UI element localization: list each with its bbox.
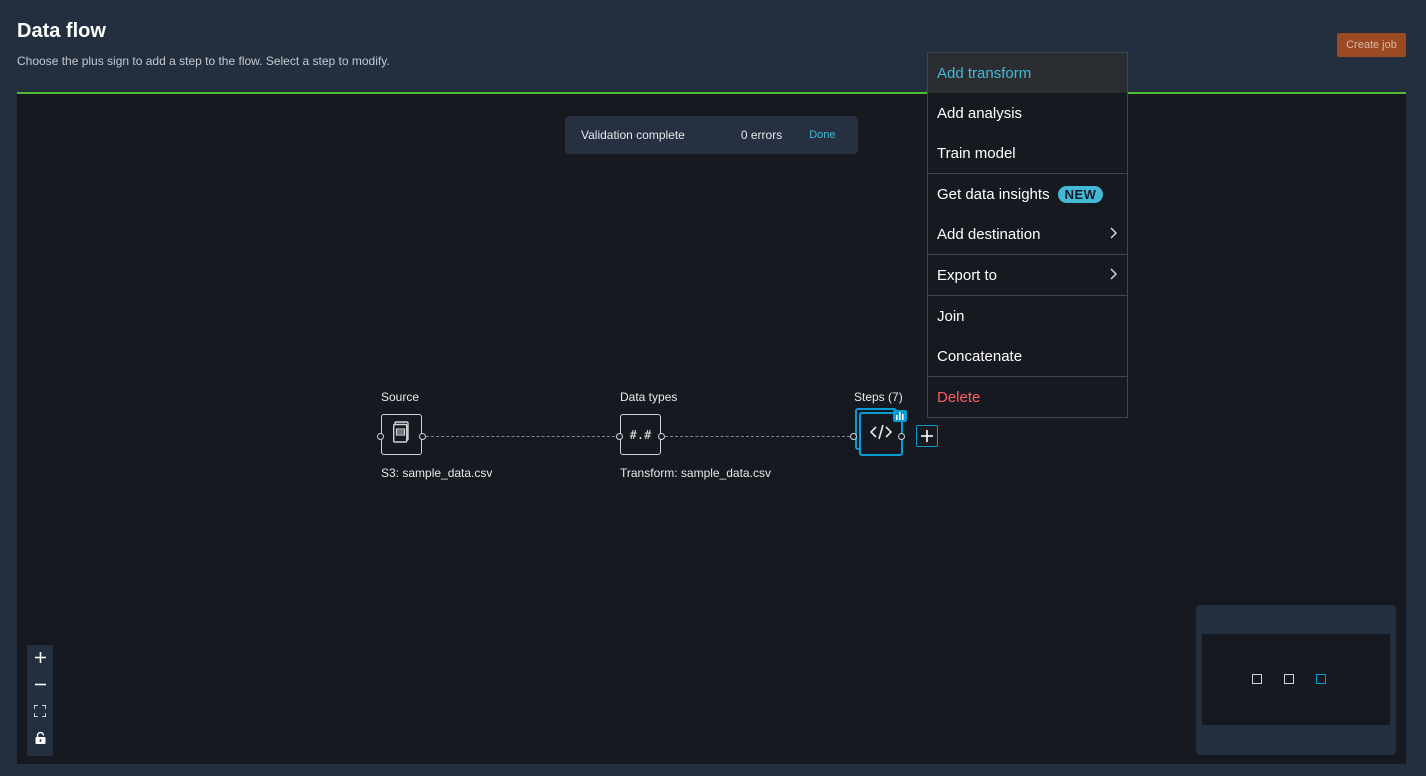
minimap[interactable] [1196,605,1396,755]
add-step-button[interactable] [916,425,938,447]
menu-item-add-analysis[interactable]: Add analysis [928,93,1127,133]
menu-item-label: Add transform [937,64,1032,82]
create-job-button[interactable]: Create job [1337,33,1406,57]
steps-output-port[interactable] [898,433,905,440]
document-icon [392,421,411,448]
menu-item-add-transform[interactable]: Add transform [928,53,1127,93]
minimap-viewport [1202,634,1390,725]
validation-errors: 0 errors [740,128,783,142]
fit-view-button[interactable] [27,699,53,726]
chevron-right-icon [1109,267,1118,284]
lock-button[interactable] [27,726,53,753]
menu-item-add-destination[interactable]: Add destination [928,214,1127,254]
zoom-in-button[interactable] [27,645,53,672]
menu-item-join[interactable]: Join [928,296,1127,336]
source-node-caption: S3: sample_data.csv [381,466,493,480]
plus-icon [34,650,46,668]
analysis-badge-icon [893,410,907,422]
page-header: Data flow Choose the plus sign to add a … [17,18,390,68]
minimap-node-active [1316,674,1326,684]
menu-item-train-model[interactable]: Train model [928,133,1127,173]
chevron-right-icon [1109,226,1118,243]
steps-node-title: Steps (7) [854,390,903,404]
zoom-controls [27,645,53,756]
validation-banner: Validation complete 0 errors Done [565,116,858,154]
source-node-title: Source [381,390,420,404]
menu-item-concatenate[interactable]: Concatenate [928,336,1127,376]
lock-icon [35,731,46,749]
plus-icon [921,427,933,445]
zoom-out-button[interactable] [27,672,53,699]
code-icon [869,424,893,445]
minus-icon [34,677,46,695]
fit-view-icon [33,703,47,722]
menu-item-label: Add destination [937,225,1041,243]
steps-input-port [850,433,857,440]
source-input-port [377,433,384,440]
menu-item-label: Export to [937,266,998,284]
add-step-menu: Add transform Add analysis Train model G… [927,52,1128,418]
datatypes-node-title: Data types [620,390,678,404]
menu-item-label: Delete [937,388,981,406]
validation-done-button[interactable]: Done [809,129,835,141]
datatypes-output-port[interactable] [658,433,665,440]
menu-item-delete[interactable]: Delete [928,377,1127,417]
minimap-node [1284,674,1294,684]
menu-item-label: Concatenate [937,347,1023,365]
minimap-node [1252,674,1262,684]
menu-item-label: Join [937,307,965,325]
edge-source-to-datatypes [426,436,620,437]
menu-item-label: Add analysis [937,104,1023,122]
source-node[interactable] [381,414,422,455]
page-subtitle: Choose the plus sign to add a step to th… [17,54,390,68]
page-title: Data flow [17,20,106,42]
source-output-port[interactable] [419,433,426,440]
menu-item-export-to[interactable]: Export to [928,255,1127,295]
menu-item-get-data-insights[interactable]: Get data insights NEW [928,174,1127,214]
edge-datatypes-to-steps [665,436,850,437]
datatypes-input-port [616,433,623,440]
new-badge: NEW [1057,185,1104,203]
datatypes-node-caption: Transform: sample_data.csv [620,466,771,480]
datatypes-node[interactable]: #.# [620,414,661,455]
menu-item-label: Train model [937,144,1016,162]
number-format-icon: #.# [629,427,652,442]
validation-status: Validation complete [581,128,685,142]
menu-item-label: Get data insights [937,185,1050,203]
